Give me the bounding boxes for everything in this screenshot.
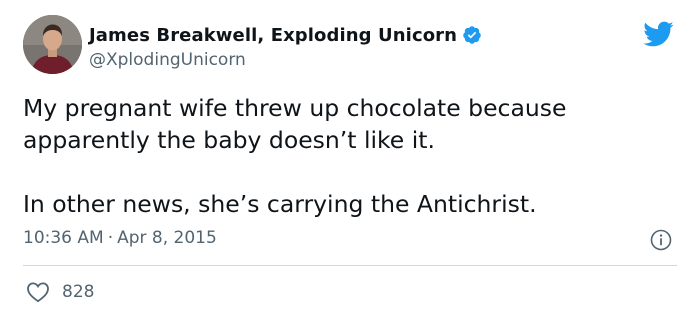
tweet-text: My pregnant wife threw up chocolate beca… — [23, 92, 673, 220]
tweet-text-line: apparently the baby doesn’t like it. — [23, 126, 435, 154]
verified-badge-icon — [462, 25, 482, 45]
profile-photo — [23, 15, 82, 74]
avatar[interactable] — [23, 15, 82, 74]
heart-icon[interactable] — [26, 281, 50, 303]
divider — [23, 265, 677, 266]
tweet-text-line: My pregnant wife threw up chocolate beca… — [23, 94, 567, 122]
tweet-time[interactable]: 10:36 AM — [23, 228, 104, 248]
twitter-bird-icon[interactable] — [642, 20, 674, 48]
like-button[interactable]: 828 — [26, 280, 94, 304]
author-handle[interactable]: @XplodingUnicorn — [89, 50, 246, 70]
tweet-text-line: In other news, she’s carrying the Antich… — [23, 190, 537, 218]
tweet-timestamp[interactable]: 10:36 AM · Apr 8, 2015 — [23, 228, 217, 248]
author-name-row[interactable]: James Breakwell, Exploding Unicorn — [89, 22, 482, 48]
like-count[interactable]: 828 — [62, 282, 94, 302]
info-icon[interactable] — [650, 229, 672, 251]
meta-separator: · — [107, 228, 114, 248]
author-display-name[interactable]: James Breakwell, Exploding Unicorn — [89, 25, 457, 46]
tweet-date[interactable]: Apr 8, 2015 — [117, 228, 217, 248]
